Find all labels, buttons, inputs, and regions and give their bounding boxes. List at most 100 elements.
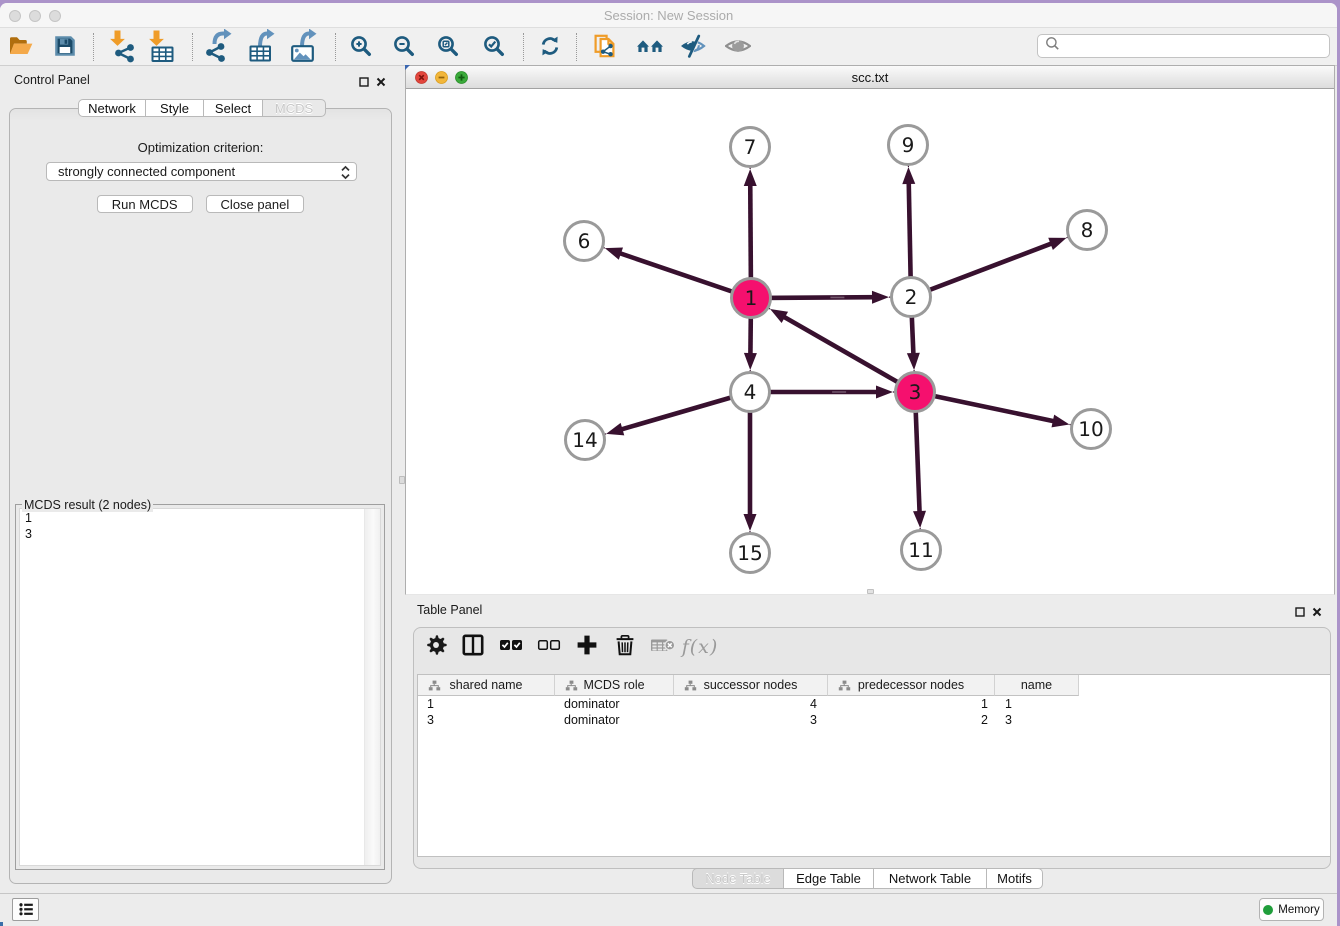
tab-select[interactable]: Select bbox=[204, 99, 263, 117]
table-cell: dominator bbox=[555, 712, 674, 728]
open-file-button[interactable] bbox=[4, 31, 38, 65]
network-node-8[interactable]: 8 bbox=[1068, 211, 1107, 250]
show-panel-button[interactable] bbox=[721, 31, 755, 65]
export-table-icon bbox=[247, 29, 275, 68]
network-node-9[interactable]: 9 bbox=[889, 126, 928, 165]
network-node-11[interactable]: 11 bbox=[902, 531, 941, 570]
node-table: shared name MCDS role successor nodesprede… bbox=[417, 674, 1331, 857]
table-cell: 1 bbox=[418, 696, 555, 712]
zoom-selected-button[interactable] bbox=[477, 31, 511, 65]
network-node-15[interactable]: 15 bbox=[731, 534, 770, 573]
delete-column-button[interactable] bbox=[608, 630, 642, 664]
network-window-controls bbox=[415, 71, 468, 89]
import-table-button[interactable] bbox=[144, 31, 178, 65]
svg-text:2: 2 bbox=[905, 285, 918, 309]
task-history-button[interactable] bbox=[12, 898, 39, 921]
zoom-in-button[interactable] bbox=[344, 31, 378, 65]
mcds-result-group: MCDS result (2 nodes) 1 3 bbox=[15, 498, 385, 870]
save-session-button[interactable] bbox=[48, 31, 82, 65]
close-panel-button[interactable]: Close panel bbox=[206, 195, 305, 213]
float-table-panel-icon[interactable] bbox=[1295, 604, 1305, 622]
zoom-in-icon bbox=[349, 34, 373, 63]
toolbar-separator bbox=[192, 33, 193, 61]
cybrowser-button[interactable] bbox=[588, 31, 622, 65]
export-table-button[interactable] bbox=[244, 31, 278, 65]
svg-text:1: 1 bbox=[745, 286, 758, 310]
network-node-14[interactable]: 14 bbox=[566, 421, 605, 460]
zoom-out-button[interactable] bbox=[387, 31, 421, 65]
column-label: MCDS role bbox=[583, 678, 644, 692]
export-network-button[interactable] bbox=[201, 31, 235, 65]
table-toolbar: f(x) bbox=[405, 621, 1335, 669]
network-node-2[interactable]: 2 bbox=[892, 278, 931, 317]
column-header-name[interactable]: name bbox=[995, 675, 1079, 696]
close-network-button[interactable] bbox=[415, 71, 428, 89]
network-window-title: scc.txt bbox=[406, 66, 1334, 89]
import-network-button[interactable] bbox=[105, 31, 139, 65]
network-node-10[interactable]: 10 bbox=[1072, 410, 1111, 449]
search-input[interactable] bbox=[1065, 39, 1329, 53]
column-header-successor-nodes[interactable]: successor nodes bbox=[674, 675, 828, 696]
maximize-network-button[interactable] bbox=[455, 71, 468, 89]
run-mcds-button[interactable]: Run MCDS bbox=[97, 195, 193, 213]
tab-network[interactable]: Network bbox=[78, 99, 146, 117]
search-box[interactable] bbox=[1037, 34, 1330, 58]
tab-style[interactable]: Style bbox=[146, 99, 204, 117]
refresh-icon bbox=[538, 34, 562, 63]
network-view-window: scc.txt 1 2 3 4 6 7 8 9 10 11 14 15 bbox=[405, 65, 1335, 595]
tab-edge-table[interactable]: Edge Table bbox=[784, 868, 874, 889]
toolbar-separator bbox=[576, 33, 577, 61]
table-header: shared name MCDS role successor nodesprede… bbox=[418, 675, 1079, 696]
network-window-titlebar[interactable]: scc.txt bbox=[406, 66, 1334, 89]
divider-grip[interactable] bbox=[867, 589, 874, 594]
select-all-columns-icon bbox=[498, 633, 524, 662]
memory-button[interactable]: Memory bbox=[1259, 898, 1324, 921]
network-canvas[interactable]: 1 2 3 4 6 7 8 9 10 11 14 15 bbox=[406, 90, 1334, 594]
add-column-button[interactable] bbox=[570, 630, 604, 664]
main-toolbar bbox=[0, 28, 1337, 66]
zoom-fit-button[interactable] bbox=[431, 31, 465, 65]
column-header-predecessor-nodes[interactable]: predecessor nodes bbox=[828, 675, 995, 696]
network-graph[interactable]: 1 2 3 4 6 7 8 9 10 11 14 15 bbox=[406, 90, 1334, 595]
mcds-tab-content: Optimization criterion: strongly connect… bbox=[9, 108, 392, 884]
vertical-split-divider[interactable] bbox=[392, 66, 405, 881]
frame-focus-corner bbox=[405, 65, 410, 70]
close-table-panel-icon[interactable] bbox=[1312, 604, 1322, 622]
unselect-all-columns-button[interactable] bbox=[532, 630, 566, 664]
application-window: Session: New Session Control Panel Optim… bbox=[0, 3, 1337, 926]
tab-node-table[interactable]: Node Table bbox=[692, 868, 784, 889]
network-node-6[interactable]: 6 bbox=[565, 222, 604, 261]
home-button[interactable] bbox=[633, 31, 667, 65]
table-row[interactable]: 3dominator323 bbox=[418, 712, 1079, 728]
tab-network-table[interactable]: Network Table bbox=[874, 868, 987, 889]
table-cell: 3 bbox=[418, 712, 555, 728]
hide-panel-button[interactable] bbox=[676, 31, 710, 65]
import-table-icon bbox=[148, 29, 175, 68]
close-window-button[interactable] bbox=[9, 10, 21, 22]
select-all-columns-button[interactable] bbox=[494, 630, 528, 664]
network-node-3[interactable]: 3 bbox=[896, 373, 935, 412]
tab-motifs[interactable]: Motifs bbox=[987, 868, 1043, 889]
table-row[interactable]: 1dominator411 bbox=[418, 696, 1079, 712]
optimization-criterion-select[interactable]: strongly connected component bbox=[46, 162, 357, 181]
tab-mcds[interactable]: MCDS bbox=[263, 99, 326, 117]
column-settings-button[interactable] bbox=[419, 630, 453, 664]
network-node-4[interactable]: 4 bbox=[731, 373, 770, 412]
refresh-button[interactable] bbox=[533, 31, 567, 65]
export-image-button[interactable] bbox=[286, 31, 320, 65]
minimize-window-button[interactable] bbox=[29, 10, 41, 22]
column-header-shared-name[interactable]: shared name bbox=[418, 675, 555, 696]
mcds-result-textarea[interactable]: 1 3 bbox=[19, 508, 381, 866]
result-scrollbar[interactable] bbox=[364, 509, 380, 865]
split-columns-icon bbox=[461, 633, 485, 662]
mcds-result-lines: 1 3 bbox=[20, 509, 380, 542]
float-panel-icon[interactable] bbox=[359, 74, 369, 92]
maximize-window-button[interactable] bbox=[49, 10, 61, 22]
split-columns-button[interactable] bbox=[456, 630, 490, 664]
close-panel-icon[interactable] bbox=[376, 74, 386, 92]
network-node-1[interactable]: 1 bbox=[732, 279, 771, 318]
minimize-network-button[interactable] bbox=[435, 71, 448, 89]
memory-status-dot bbox=[1263, 905, 1273, 915]
column-header-MCDS-role[interactable]: MCDS role bbox=[555, 675, 674, 696]
network-node-7[interactable]: 7 bbox=[731, 128, 770, 167]
